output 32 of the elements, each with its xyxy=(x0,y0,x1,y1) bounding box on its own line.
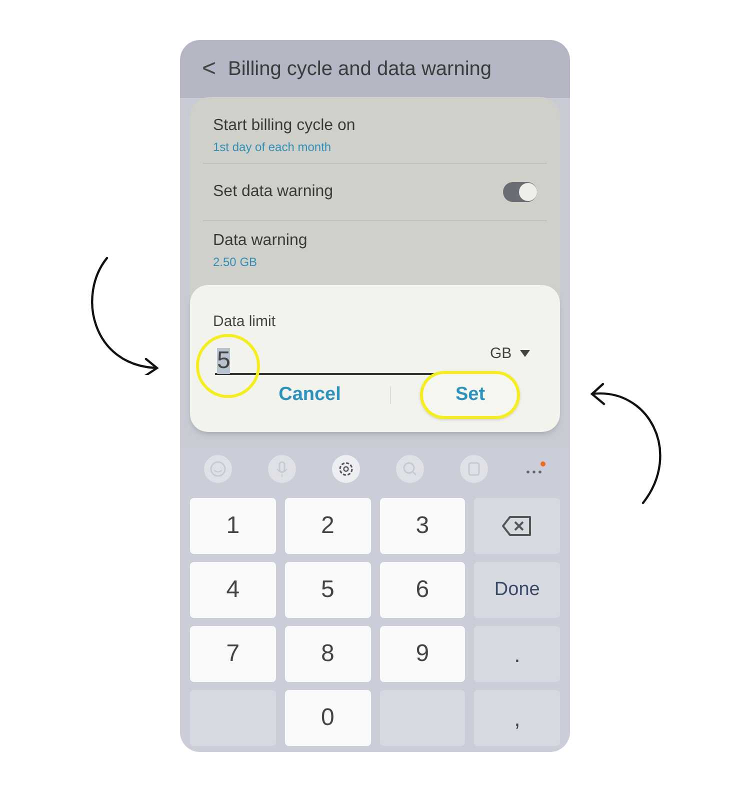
input-value: 5 xyxy=(217,348,230,374)
screen-title: Billing cycle and data warning xyxy=(228,57,492,82)
setting-row[interactable]: Set data warning xyxy=(203,164,547,221)
limit-input-field[interactable]: 5 xyxy=(215,343,445,375)
setting-value: 2.50 GB xyxy=(213,254,258,270)
setting-label: Set data warning xyxy=(213,182,334,202)
key[interactable]: 3 xyxy=(380,498,466,554)
backspace-icon xyxy=(501,515,534,537)
key[interactable]: 5 xyxy=(284,562,370,618)
backspace-key[interactable] xyxy=(474,498,560,554)
setting-label: Data warning xyxy=(213,230,308,250)
back-button[interactable]: < xyxy=(202,51,216,87)
key[interactable]: . xyxy=(474,626,560,682)
key[interactable]: 9 xyxy=(380,626,466,682)
key[interactable]: 1 xyxy=(190,498,276,554)
key[interactable]: 2 xyxy=(284,498,370,554)
setting-label: Start billing cycle on xyxy=(213,116,356,136)
dropdown-arrow-icon xyxy=(520,350,530,358)
key[interactable]: 4 xyxy=(190,562,276,618)
dialog-title: Data limit xyxy=(213,312,276,332)
key[interactable]: 8 xyxy=(284,626,370,682)
setting-row[interactable]: Start billing cycle on 1st day of each month xyxy=(203,107,547,164)
setting-row[interactable]: Data warning 2.50 GB xyxy=(203,221,547,278)
toggle-switch[interactable] xyxy=(503,182,537,202)
setting-value: 1st day of each month xyxy=(213,139,332,156)
settings-icon[interactable] xyxy=(332,455,360,483)
unit-dropdown[interactable]: GB xyxy=(490,343,530,366)
done-key[interactable]: Done xyxy=(474,562,560,618)
key[interactable]: 0 xyxy=(284,690,370,746)
key[interactable]: , xyxy=(474,690,560,746)
key[interactable]: 7 xyxy=(190,626,276,682)
key[interactable]: 6 xyxy=(380,562,466,618)
